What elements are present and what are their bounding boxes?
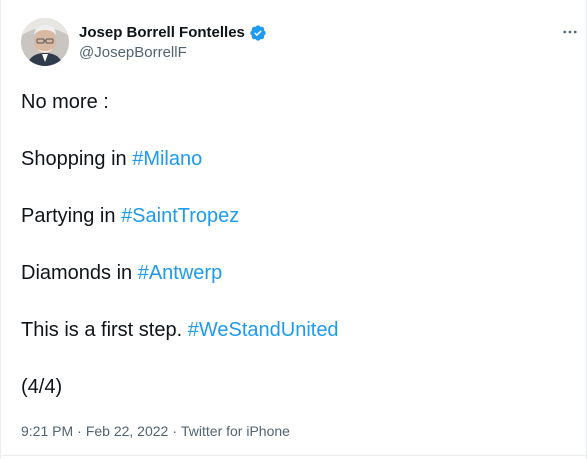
avatar[interactable] (21, 18, 69, 66)
tweet-line: No more : (21, 90, 561, 114)
hashtag-link[interactable]: #SaintTropez (121, 205, 239, 227)
tweet-time[interactable]: 9:21 PM (21, 423, 73, 439)
author-info: Josep Borrell Fontelles @JosepBorrellF (79, 18, 267, 61)
author-display-name[interactable]: Josep Borrell Fontelles (79, 24, 245, 41)
divider (1, 455, 586, 456)
tweet-line-text: Diamonds in (21, 262, 138, 284)
more-options-icon[interactable] (560, 22, 580, 42)
hashtag-link[interactable]: #Antwerp (138, 262, 223, 284)
tweet-line-text: Shopping in (21, 148, 133, 170)
separator-dot: · (172, 423, 177, 439)
tweet-line: Diamonds in #Antwerp (21, 261, 561, 285)
tweet-header: Josep Borrell Fontelles @JosepBorrellF (21, 18, 267, 72)
hashtag-link[interactable]: #Milano (132, 148, 202, 170)
author-handle[interactable]: @JosepBorrellF (79, 44, 267, 61)
tweet-line-text: This is a first step. (21, 319, 188, 341)
verified-badge-icon (249, 24, 267, 42)
tweet-source[interactable]: Twitter for iPhone (181, 423, 290, 439)
tweet-line-text: Partying in (21, 205, 122, 227)
separator-dot: · (77, 423, 82, 439)
tweet-line: Partying in #SaintTropez (21, 204, 561, 228)
tweet-line: (4/4) (21, 375, 561, 399)
tweet-text: No more : Shopping in #Milano Partying i… (21, 90, 561, 399)
author-name-row: Josep Borrell Fontelles (79, 22, 267, 42)
tweet-line: This is a first step. #WeStandUnited (21, 318, 561, 342)
tweet-line-text: No more : (21, 91, 109, 113)
tweet-date[interactable]: Feb 22, 2022 (86, 423, 169, 439)
hashtag-link[interactable]: #WeStandUnited (188, 319, 339, 341)
tweet-line-text: (4/4) (21, 376, 63, 398)
tweet-card: Josep Borrell Fontelles @JosepBorrellF N… (0, 0, 587, 459)
avatar-image (21, 18, 69, 66)
tweet-line: Shopping in #Milano (21, 147, 561, 171)
tweet-metadata: 9:21 PM · Feb 22, 2022 · Twitter for iPhone (21, 423, 290, 439)
